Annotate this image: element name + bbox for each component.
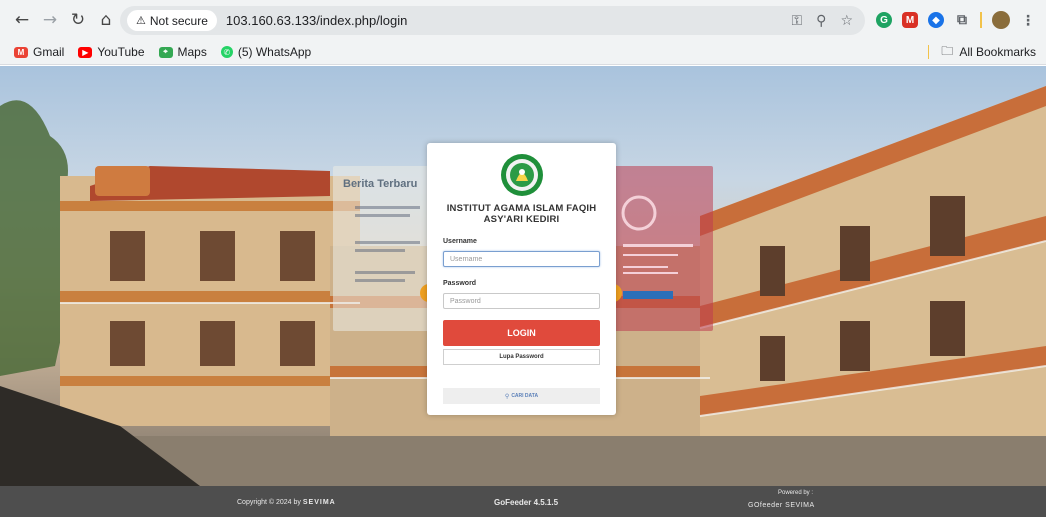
bookmark-label: YouTube [97,45,145,59]
blue-extension-icon[interactable]: ◆ [928,12,944,28]
bookmarks-divider [928,45,930,59]
star-icon[interactable]: ☆ [840,13,853,29]
news-item-line [355,206,420,209]
bookmark-label: (5) WhatsApp [237,45,312,59]
bookmark-maps[interactable]: ⌖ Maps [158,45,207,59]
profile-avatar[interactable] [992,11,1010,29]
zoom-icon[interactable]: ⚲ [816,13,826,29]
back-arrow-icon[interactable]: ← [8,6,36,34]
bookmarks-bar: M Gmail ▶ YouTube ⌖ Maps ✆ (5) WhatsApp … [0,40,1046,65]
powered-by-logo: GOfeeder SEVIMA [748,502,815,509]
news-slide[interactable]: Berita Terbaru [333,166,433,331]
bookmark-gmail[interactable]: M Gmail [14,45,64,59]
news-slide-title: Berita Terbaru [343,178,418,190]
powered-by-label: Powered by : [778,490,814,496]
forward-arrow-icon[interactable]: → [36,6,64,34]
gmail-icon: M [14,46,28,58]
toolbar-divider [980,12,982,28]
red-extension-icon[interactable]: M [902,12,918,28]
bookmark-label: Maps [177,45,207,59]
username-label: Username [443,238,477,245]
whatsapp-icon: ✆ [220,46,233,58]
bookmark-label: Gmail [33,45,65,59]
all-bookmarks-label: All Bookmarks [959,45,1036,59]
menu-kebab-icon[interactable]: ⋮ [1020,12,1036,28]
browser-toolbar: ← → ↻ ⌂ ⚠ Not secure 103.160.63.133/inde… [0,0,1046,40]
page-footer: Copyright © 2024 by SEVIMA GoFeeder 4.5.… [0,486,1046,517]
youtube-icon: ▶ [78,46,93,58]
login-page: Berita Terbaru ‹ › INSTITUT AGAMA ISLAM … [0,66,1046,517]
news-item-line [355,241,420,244]
url-text[interactable]: 103.160.63.133/index.php/login [226,13,407,28]
folder-icon: 🗀 [941,43,954,58]
login-card: INSTITUT AGAMA ISLAM FAQIH ASY'ARI KEDIR… [427,143,616,415]
search-icon: ⚲ [504,392,510,400]
username-input[interactable]: Username [443,251,600,267]
password-input[interactable]: Password [443,293,600,309]
institution-logo [501,154,543,196]
warning-triangle-icon: ⚠ [136,14,146,27]
search-data-label: CARI DATA [511,393,539,399]
copyright-brand: SEVIMA [302,499,336,506]
extensions-puzzle-icon[interactable]: ⧉ [954,12,970,28]
search-data-button[interactable]: ⚲ CARI DATA [443,388,600,404]
copyright-text: Copyright © 2024 by SEVIMA [237,499,336,506]
bookmark-youtube[interactable]: ▶ YouTube [78,45,145,59]
bookmark-whatsapp[interactable]: ✆ (5) WhatsApp [220,45,312,59]
all-bookmarks-button[interactable]: 🗀 All Bookmarks [928,42,1036,63]
security-label: Not secure [149,13,208,28]
grammarly-extension-icon[interactable]: G [876,12,892,28]
news-item-line [355,249,405,252]
news-item-line [355,214,410,217]
news-item-line [355,271,415,274]
maps-icon: ⌖ [158,46,173,58]
home-icon[interactable]: ⌂ [92,6,120,34]
security-chip[interactable]: ⚠ Not secure [127,10,217,31]
institution-name: INSTITUT AGAMA ISLAM FAQIH ASY'ARI KEDIR… [446,203,597,225]
address-bar[interactable]: ⚠ Not secure 103.160.63.133/index.php/lo… [120,6,865,35]
copyright-label: Copyright © 2024 by [237,499,301,506]
password-label: Password [443,280,477,287]
news-item-line [355,279,405,282]
promo-slide[interactable] [613,166,713,331]
password-key-icon[interactable]: ⚿ [792,13,803,29]
login-button[interactable]: LOGIN [443,320,600,346]
forgot-password-button[interactable]: Lupa Password [443,349,600,365]
app-version: GoFeeder 4.5.1.5 [494,498,559,507]
cloud-illustration [621,195,693,299]
reload-icon[interactable]: ↻ [64,6,92,34]
